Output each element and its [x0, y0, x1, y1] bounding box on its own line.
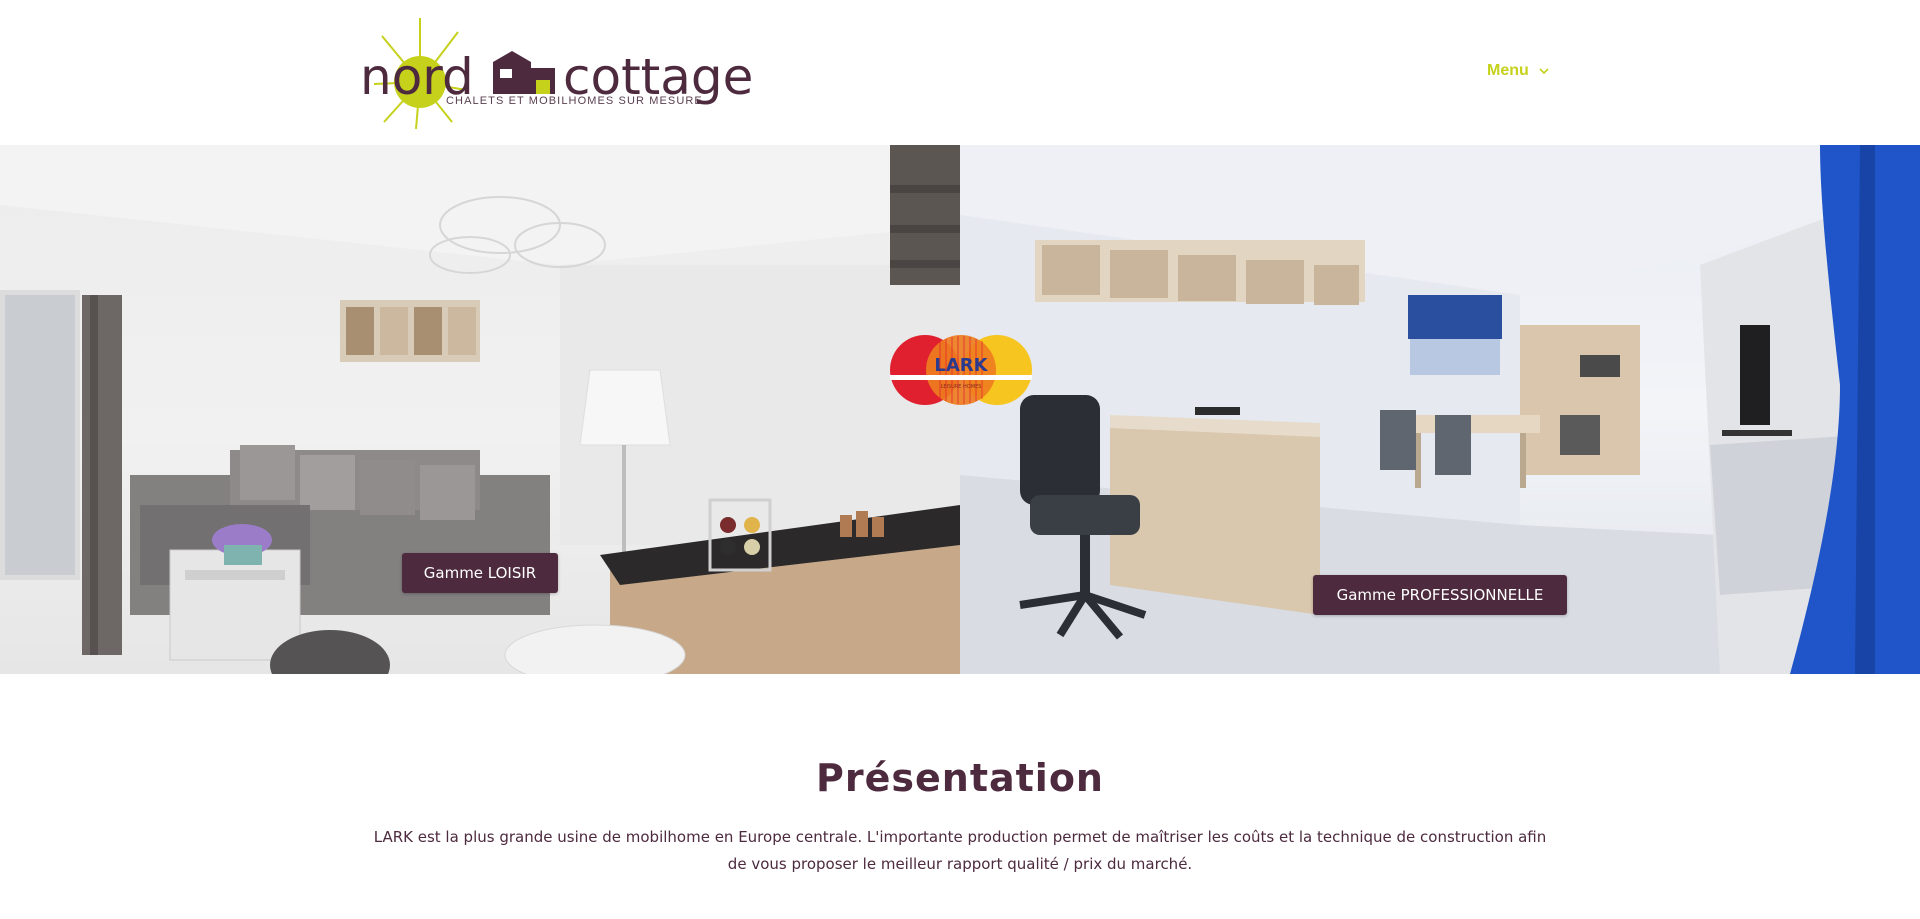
- presentation-title: Présentation: [816, 756, 1104, 800]
- site-header: nord cottage CHALETS ET MOBILHOMES SUR M…: [0, 0, 1920, 145]
- lark-logo[interactable]: LARK LEISURE HOMES: [890, 333, 1032, 407]
- professional-interior-image[interactable]: Gamme PROFESSIONNELLE: [960, 145, 1920, 674]
- logo-tagline: CHALETS ET MOBILHOMES SUR MESURE: [446, 95, 703, 107]
- lark-logo-subtext: LEISURE HOMES: [941, 384, 982, 390]
- presentation-text: LARK est la plus grande usine de mobilho…: [373, 828, 1547, 873]
- menu-label: Menu: [1487, 62, 1529, 79]
- gamme-loisir-button[interactable]: Gamme LOISIR: [402, 553, 558, 593]
- nordcottage-logo[interactable]: nord cottage CHALETS ET MOBILHOMES SUR M…: [360, 14, 780, 132]
- lark-logo-text: LARK: [934, 355, 988, 376]
- chevron-down-icon: [1539, 67, 1549, 75]
- menu-button[interactable]: Menu: [1487, 62, 1549, 80]
- hero-banner: Gamme LOISIR Gamme PROFESSIONNELLE LARK …: [0, 145, 1920, 674]
- gamme-professionnelle-button[interactable]: Gamme PROFESSIONNELLE: [1313, 575, 1567, 615]
- leisure-interior-image[interactable]: Gamme LOISIR: [0, 145, 960, 674]
